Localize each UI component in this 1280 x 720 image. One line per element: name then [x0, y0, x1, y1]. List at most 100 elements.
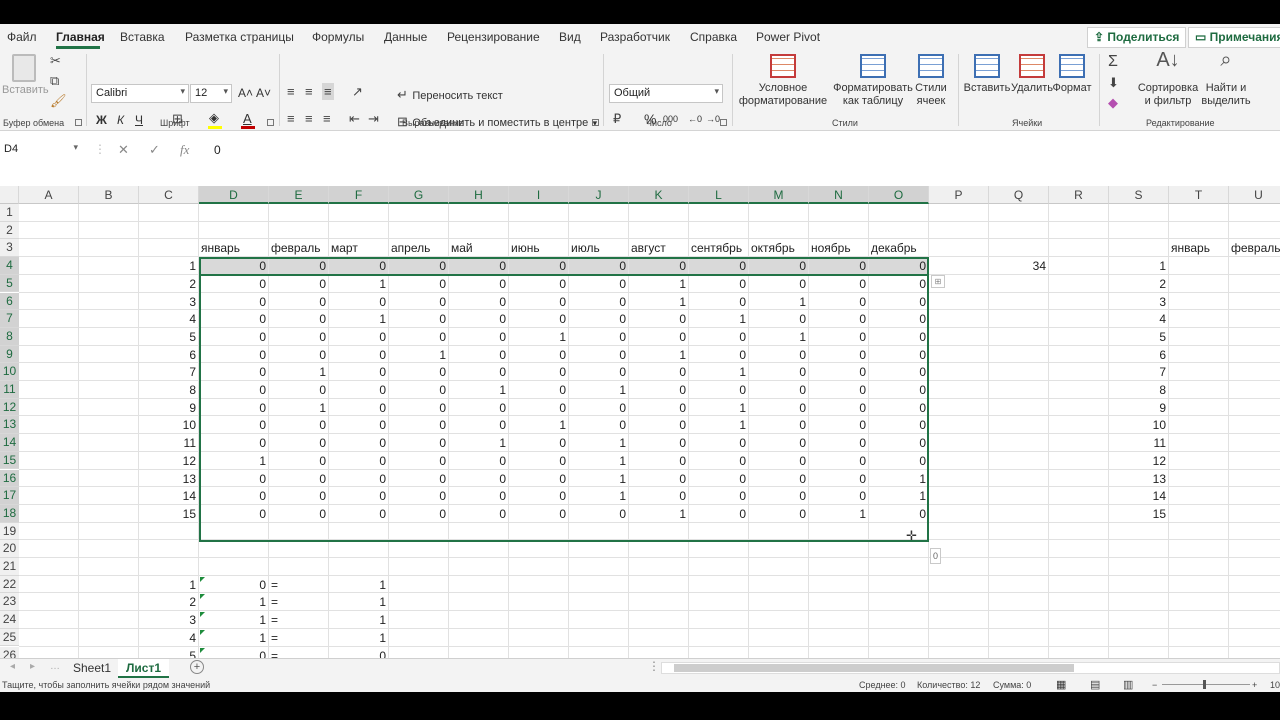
data-cell[interactable]: 0 — [449, 363, 509, 381]
data-cell[interactable]: 0 — [569, 363, 629, 381]
font-name-combo[interactable]: Calibri ▾ — [91, 84, 189, 103]
format-as-table-button[interactable]: Форматировать как таблицу — [832, 54, 914, 108]
data-cell[interactable]: 0 — [269, 416, 329, 434]
data-cell[interactable]: 0 — [809, 275, 869, 293]
tab-power-pivot[interactable]: Power Pivot — [756, 30, 820, 44]
data-cell[interactable]: 0 — [449, 399, 509, 417]
id-cell[interactable]: 9 — [1109, 399, 1169, 417]
data-cell[interactable]: 0 — [509, 452, 569, 470]
data-cell[interactable]: 0 — [809, 434, 869, 452]
data-cell[interactable]: 0 — [509, 346, 569, 364]
data-cell[interactable]: 0 — [389, 505, 449, 523]
month-header-cell[interactable]: февраль — [269, 239, 329, 257]
row-header-9[interactable]: 9 — [0, 345, 19, 364]
id-cell[interactable]: 12 — [1109, 452, 1169, 470]
data-cell[interactable]: 1 — [509, 416, 569, 434]
data-cell[interactable]: 0 — [869, 416, 929, 434]
sheet-tab-sheet1[interactable]: Sheet1 — [65, 659, 119, 678]
data-cell[interactable]: 0 — [329, 487, 389, 505]
data-cell[interactable]: 0 — [869, 293, 929, 311]
column-header-h[interactable]: H — [449, 186, 509, 204]
data-cell[interactable]: 0 — [389, 416, 449, 434]
data-cell[interactable]: 0 — [749, 257, 809, 275]
value-cell[interactable]: 1 — [199, 629, 269, 647]
data-cell[interactable]: 1 — [809, 505, 869, 523]
data-cell[interactable]: 0 — [389, 310, 449, 328]
data-cell[interactable]: 0 — [809, 346, 869, 364]
data-cell[interactable]: 0 — [869, 328, 929, 346]
month-header-cell[interactable]: сентябрь — [689, 239, 749, 257]
data-cell[interactable]: 0 — [629, 470, 689, 488]
row-header-20[interactable]: 20 — [0, 540, 19, 558]
data-cell[interactable]: 0 — [389, 434, 449, 452]
tab-developer[interactable]: Разработчик — [600, 30, 670, 44]
data-cell[interactable]: 0 — [809, 452, 869, 470]
data-cell[interactable]: 0 — [389, 293, 449, 311]
page-break-view-icon[interactable]: ▥ — [1123, 678, 1133, 691]
data-cell[interactable]: 0 — [389, 381, 449, 399]
scroll-right-icon[interactable]: ▸ — [30, 661, 35, 672]
insert-cells-button[interactable]: Вставить — [963, 54, 1011, 95]
row-header-14[interactable]: 14 — [0, 434, 19, 452]
column-header-i[interactable]: I — [509, 186, 569, 204]
id-cell[interactable]: 6 — [139, 346, 199, 364]
cell-styles-button[interactable]: Стили ячеек — [912, 54, 950, 108]
data-cell[interactable]: 0 — [449, 293, 509, 311]
column-header-r[interactable]: R — [1049, 186, 1109, 204]
horizontal-scrollbar[interactable] — [661, 662, 1280, 674]
format-cells-button[interactable]: Формат — [1051, 54, 1093, 95]
data-cell[interactable]: 1 — [749, 293, 809, 311]
data-cell[interactable]: 1 — [449, 381, 509, 399]
data-cell[interactable]: 1 — [329, 310, 389, 328]
data-cell[interactable]: 0 — [199, 416, 269, 434]
data-cell[interactable]: 0 — [749, 470, 809, 488]
copy-icon[interactable]: ⧉ — [50, 74, 59, 87]
data-cell[interactable]: 0 — [749, 452, 809, 470]
value-cell[interactable]: 0 — [329, 647, 389, 659]
clear-icon[interactable]: ◆ — [1108, 96, 1118, 109]
id-cell[interactable]: 8 — [1109, 381, 1169, 399]
clipboard-dialog-launcher[interactable] — [75, 119, 82, 126]
data-cell[interactable]: 0 — [569, 293, 629, 311]
increase-decimal-icon[interactable]: ←0 — [688, 114, 702, 124]
column-header-b[interactable]: B — [79, 186, 139, 204]
data-cell[interactable]: 1 — [629, 505, 689, 523]
data-cell[interactable]: 0 — [869, 257, 929, 275]
column-header-t[interactable]: T — [1169, 186, 1229, 204]
row-header-13[interactable]: 13 — [0, 416, 19, 435]
data-cell[interactable]: 0 — [449, 328, 509, 346]
data-cell[interactable]: 0 — [569, 505, 629, 523]
data-cell[interactable]: 0 — [809, 328, 869, 346]
row-header-3[interactable]: 3 — [0, 239, 19, 258]
data-cell[interactable]: 0 — [869, 399, 929, 417]
data-cell[interactable]: 0 — [269, 452, 329, 470]
data-cell[interactable]: 0 — [629, 434, 689, 452]
format-painter-icon[interactable]: 🖌 — [50, 94, 67, 107]
id-cell[interactable]: 6 — [1109, 346, 1169, 364]
column-header-s[interactable]: S — [1109, 186, 1169, 204]
row-header-24[interactable]: 24 — [0, 611, 19, 629]
data-cell[interactable]: 1 — [869, 487, 929, 505]
id-cell[interactable]: 4 — [1109, 310, 1169, 328]
row-header-21[interactable]: 21 — [0, 558, 19, 576]
column-header-o[interactable]: O — [869, 186, 929, 204]
data-cell[interactable]: 0 — [749, 381, 809, 399]
value-cell[interactable]: 0 — [199, 576, 269, 594]
data-cell[interactable]: 0 — [199, 346, 269, 364]
row-header-5[interactable]: 5 — [0, 274, 19, 293]
row-header-15[interactable]: 15 — [0, 451, 19, 470]
tab-home[interactable]: Главная — [56, 30, 105, 44]
data-cell[interactable]: 0 — [569, 346, 629, 364]
conditional-formatting-button[interactable]: Условное форматирование — [736, 54, 830, 108]
data-cell[interactable]: 0 — [449, 487, 509, 505]
data-cell[interactable]: 1 — [689, 310, 749, 328]
data-cell[interactable]: 0 — [509, 487, 569, 505]
data-cell[interactable]: 0 — [749, 399, 809, 417]
row-header-10[interactable]: 10 — [0, 363, 19, 381]
data-cell[interactable]: 0 — [269, 505, 329, 523]
data-cell[interactable]: 0 — [449, 470, 509, 488]
decrease-decimal-icon[interactable]: →0 — [706, 114, 720, 124]
data-cell[interactable]: 0 — [449, 346, 509, 364]
row-header-7[interactable]: 7 — [0, 310, 19, 328]
id-cell[interactable]: 10 — [1109, 416, 1169, 434]
